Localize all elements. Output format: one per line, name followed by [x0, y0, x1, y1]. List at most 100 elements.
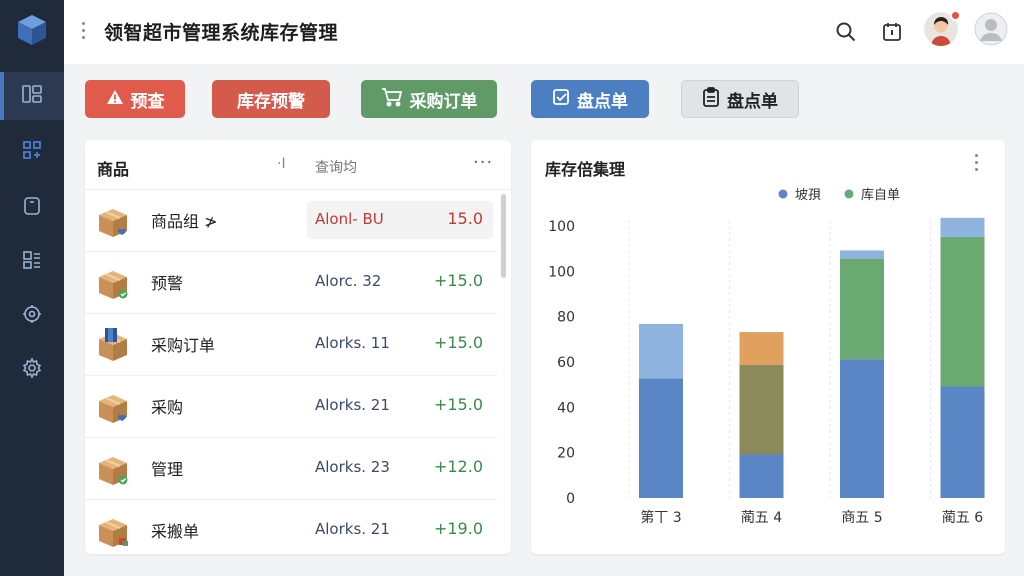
sync-settings-icon: [21, 303, 43, 329]
stock-value: Alorks. 21: [315, 520, 390, 538]
product-name: 商品组 ≯: [151, 212, 218, 231]
sidebar-item-grid[interactable]: [0, 128, 64, 176]
y-tick-label: 100: [548, 219, 575, 235]
bar-segment: [940, 236, 985, 387]
top-header: 领智超市管理系统库存管理: [64, 0, 1024, 64]
column-product-header: 商品: [97, 160, 130, 179]
table-row[interactable]: 管理 Alorks. 23 +12.0: [85, 438, 497, 500]
sidebar: [0, 0, 64, 576]
clipboard-icon: [21, 195, 43, 221]
bar-segment: [840, 258, 884, 360]
sidebar-item-reports[interactable]: [0, 238, 64, 286]
calendar-icon[interactable]: [878, 18, 906, 46]
stocktake-label: 盘点单: [577, 91, 628, 112]
stock-delta: +15.0: [433, 333, 483, 352]
product-name: 采购订单: [151, 336, 216, 355]
product-name: 管理: [151, 460, 184, 479]
stock-warning-button[interactable]: 库存预警: [212, 80, 330, 118]
x-tick-label: 蔺五 6: [942, 510, 983, 526]
x-tick-label: 商五 5: [841, 510, 882, 526]
stock-delta: +15.0: [433, 271, 483, 290]
inventory-chart-panel: 库存倍集理 100 100 80 60 40 20 0 坡孭 库自单 第丅 3 蔺五 4 商五 5 蔺五…: [531, 140, 1005, 554]
table-row[interactable]: 采搬单 Alorks. 21 +19.0: [85, 500, 497, 554]
stock-value: Alorks. 11: [315, 334, 390, 352]
x-tick-label: 第丅 3: [640, 509, 681, 526]
more-icon[interactable]: ···: [473, 152, 493, 173]
product-panel: 商品 ·I 查询均 ··· 商品组 ≯ Alonl- BU 15.0 预警 Alorc.…: [85, 140, 511, 554]
page-title: 领智超市管理系统库存管理: [104, 22, 339, 44]
preview-button[interactable]: 预查: [85, 80, 185, 118]
stock-value: Alorc. 32: [315, 272, 382, 290]
sidebar-item-settings[interactable]: [0, 346, 64, 394]
preview-label: 预查: [130, 91, 165, 112]
stock-value: Alonl- BU: [315, 210, 384, 228]
stock-value: Alorks. 23: [315, 458, 390, 476]
purchase-order-label: 采购订单: [409, 91, 478, 112]
secondary-avatar[interactable]: [974, 12, 1008, 46]
search-column-header[interactable]: 查询均: [315, 157, 357, 177]
y-tick-label: 80: [557, 310, 575, 326]
product-panel-header: 商品 ·I 查询均 ···: [85, 140, 511, 190]
product-box-icon: [95, 203, 131, 239]
sidebar-item-sync[interactable]: [0, 292, 64, 340]
product-box-icon: [95, 451, 131, 487]
product-name: 采搬单: [151, 522, 200, 541]
y-tick-label: 0: [566, 491, 575, 507]
bar-segment: [840, 359, 884, 498]
product-name: 预警: [151, 274, 184, 293]
bar-segment: [739, 454, 784, 498]
legend-label: 库自单: [861, 187, 900, 203]
bar-segment: [639, 323, 683, 379]
legend-marker: [778, 189, 788, 199]
grid-icon: [21, 139, 43, 165]
bar-segment: [940, 386, 985, 498]
stacked-bar-chart: 100 100 80 60 40 20 0 坡孭 库自单第丅 3 蔺五 4 商五 5 蔺五 6: [548, 187, 985, 526]
legend-marker: [844, 189, 854, 199]
dashboard-icon: [21, 83, 43, 109]
drag-handle-icon[interactable]: [82, 22, 86, 43]
product-box-icon: [95, 327, 131, 363]
bar-segment: [940, 217, 985, 237]
warning-icon: [106, 89, 124, 110]
product-name: 采购: [151, 398, 184, 417]
bar-segment: [739, 364, 784, 455]
product-box-icon: [95, 389, 131, 425]
y-tick-label: 20: [557, 446, 575, 462]
sidebar-item-dashboard[interactable]: [0, 72, 64, 120]
checkbox-icon: [552, 88, 570, 111]
stocktake-secondary-label: 盘点单: [727, 91, 778, 112]
stock-delta: 15.0: [447, 209, 483, 228]
product-box-icon: [95, 265, 131, 301]
sidebar-item-orders[interactable]: [0, 184, 64, 232]
clipboard-list-icon: [702, 86, 720, 112]
stock-delta: +15.0: [433, 395, 483, 414]
stock-delta: +19.0: [433, 519, 483, 538]
search-icon[interactable]: [832, 18, 860, 46]
table-row[interactable]: 采购订单 Alorks. 11 +15.0: [85, 314, 497, 376]
stock-warning-label: 库存预警: [237, 91, 305, 112]
y-tick-label: 60: [557, 355, 575, 371]
stocktake-button[interactable]: 盘点单: [531, 80, 649, 118]
scrollbar[interactable]: [501, 194, 506, 278]
stocktake-secondary-button[interactable]: 盘点单: [681, 80, 799, 118]
bar-segment: [840, 250, 884, 259]
bar-segment: [639, 378, 683, 498]
cart-icon: [381, 87, 403, 112]
y-tick-label: 40: [557, 400, 575, 416]
cube-logo-icon: [14, 12, 50, 48]
table-row[interactable]: 商品组 ≯ Alonl- BU 15.0: [85, 190, 497, 252]
column-divider[interactable]: ·I: [277, 156, 286, 172]
table-row[interactable]: 预警 Alorc. 32 +15.0: [85, 252, 497, 314]
product-box-icon: [95, 513, 131, 549]
legend-label: 坡孭: [795, 188, 821, 203]
notification-badge: [950, 10, 961, 21]
bar-segment: [739, 332, 784, 365]
x-tick-label: 蔺五 4: [741, 510, 782, 526]
gear-icon: [21, 357, 43, 383]
purchase-order-button[interactable]: 采购订单: [361, 80, 497, 118]
report-icon: [21, 249, 43, 275]
table-row[interactable]: 采购 Alorks. 21 +15.0: [85, 376, 497, 438]
stock-delta: +12.0: [433, 457, 483, 476]
y-tick-label: 100: [548, 264, 575, 280]
stock-value: Alorks. 21: [315, 396, 390, 414]
